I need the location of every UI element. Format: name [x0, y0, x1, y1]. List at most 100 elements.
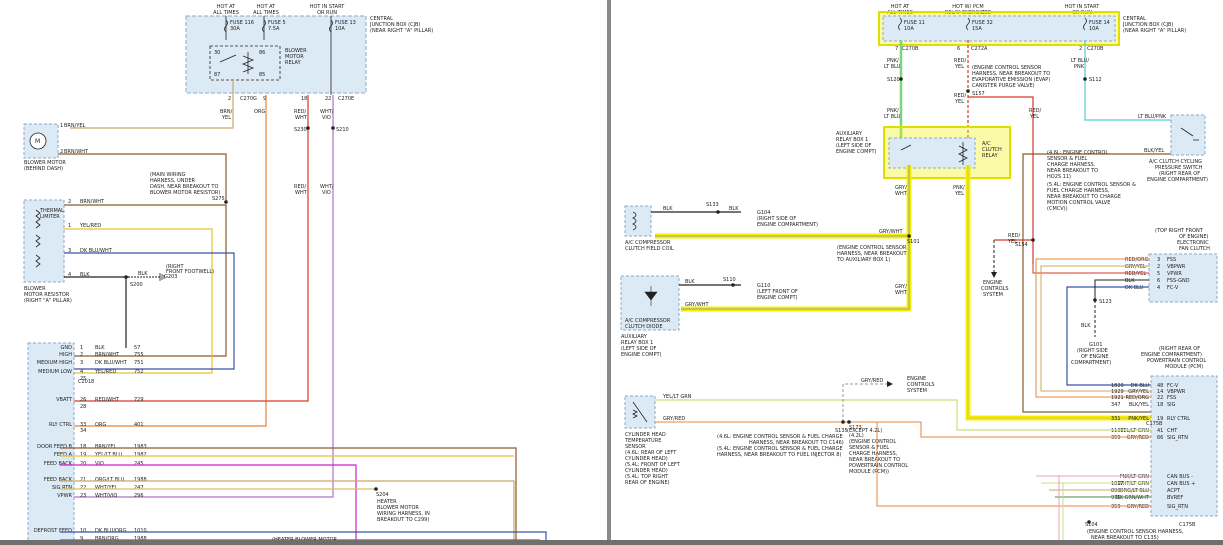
splice-s204 [374, 487, 378, 491]
fan-pin-wire: BLK [1125, 278, 1135, 284]
res-pin-2: 2 [68, 199, 71, 205]
module-pin-number: 20 [80, 461, 86, 467]
module-pin-label: RLY CTRL [49, 422, 72, 428]
relay-pin-87: 87 [214, 72, 220, 78]
wire-label-blk-3: BLK [685, 279, 695, 285]
wire-label-lt-blu: LT BLU [884, 64, 901, 70]
power-sub-fuse13: OR RUN [317, 10, 337, 16]
module-pin-number: 28 [80, 404, 86, 410]
ecs-note: (CMCV)) [1047, 206, 1068, 212]
thermal-limiter-label-2: LIMITER [40, 214, 60, 220]
viewer-bottom-bar [0, 540, 1223, 545]
module-pin-number: 3 [80, 360, 83, 366]
resistor-location: (RIGHT "A" PILLAR) [24, 298, 72, 304]
splice-s157 [966, 89, 970, 93]
splice-s230-label: S230 [294, 127, 307, 133]
s173-note: MODULE (PCM)) [849, 469, 889, 475]
fan-pin-number: 6 [1157, 278, 1160, 284]
pcm-pin-label: CHT [1167, 428, 1178, 434]
pcm-pin-label: FSS [1167, 395, 1176, 401]
ecs2-label-3: SYSTEM [907, 388, 927, 394]
s173-notes: (4.2L) (ENGINE CONTROL SENSOR & FUEL CHA… [849, 433, 908, 475]
connector-c2018: C2018 [78, 379, 94, 385]
cjb-location: (NEAR RIGHT "A" PILLAR) [370, 28, 433, 34]
splice-s210-label: S210 [336, 127, 349, 133]
wire-label-yel-2: YEL [954, 99, 964, 105]
pcm-wire-color: GRY/RED [1127, 435, 1149, 441]
pcm-pin-label: ACPT [1167, 488, 1181, 494]
splice-s110-label: S110 [723, 277, 736, 283]
module-circuit-number: 57 [134, 345, 140, 351]
clutch-coil-label-2: CLUTCH FIELD COIL [625, 246, 674, 252]
module-wire-color: BRN/YEL [95, 444, 117, 450]
pcm-circuit-number: 359 [1111, 504, 1121, 510]
fan-pin-wire: RED/YEL [1125, 271, 1146, 277]
module-pin-number: 34 [80, 428, 86, 434]
pcm-pin-label: BVREF [1167, 495, 1183, 501]
module-pin-label: VBATT [56, 397, 73, 403]
module-wire-color: BRN/WHT [95, 352, 120, 358]
splice-s120-label: S120 [887, 77, 900, 83]
wire-label-lt-blu-lower: LT BLU [884, 114, 901, 120]
module-pin-label: VPWR [57, 493, 72, 499]
wire-label-gry-red: GRY/RED [663, 416, 685, 422]
res-wire-yel-red: YEL/RED [79, 223, 101, 229]
pcm-wire-color: BLK/YEL [1129, 402, 1149, 408]
module-wire-color: WHT/VIO [95, 493, 117, 499]
module-pin-label: MEDIUM LOW [38, 369, 72, 375]
fan-pin-label: FC-V [1167, 285, 1179, 291]
splice-s104-label: S104 [1085, 522, 1098, 528]
module-wire-color: BLK [95, 345, 105, 351]
clutch-relay-label-3: RELAY [982, 153, 999, 159]
module-pin-number: 23 [80, 493, 86, 499]
module-pin-label: FEED BACK [44, 477, 73, 483]
ecs-arrow-icon [991, 272, 997, 278]
fan-pin-label: FSS-GND [1167, 278, 1190, 284]
wire-gry-red-lower [876, 422, 1151, 507]
module-circuit-number: 296 [134, 493, 144, 499]
module-pin-label: DEFROST FEED [34, 528, 72, 534]
ecs-arrow-icon-2 [887, 381, 893, 387]
cht-notes: CYLINDER HEAD TEMPERATURE SENSOR (4.6L: … [624, 432, 681, 486]
ecs-notes: (4.6L: ENGINE CONTROL SENSOR & FUEL CHAR… [1047, 150, 1136, 212]
ac-cycling-pressure-switch [1170, 114, 1206, 156]
module-wire-color: DK BLU/ORG [95, 528, 126, 534]
connector-c272a: C272A [971, 46, 988, 52]
diode-box-label-4: ENGINE COMPT) [621, 352, 662, 358]
module-pin-number: 21 [80, 477, 86, 483]
blower-motor-diagram-pane[interactable]: HOT AT ALL TIMES HOT AT ALL TIMES HOT IN… [0, 0, 607, 545]
wire-wht-vio-vpwr [60, 95, 334, 498]
fuse-amp: 10A [904, 26, 914, 32]
blower-motor-location: (BEHIND DASH) [24, 166, 63, 172]
wire-label-wht: WHT [895, 191, 908, 197]
pcm-pin-label: RLY CTRL [1167, 416, 1190, 422]
s135-note: HARNESS, NEAR BREAKOUT TO FUEL INJECTOR … [717, 452, 841, 458]
wire-yel-lt-grn-cht [655, 399, 1151, 431]
pcm-pin-label: CAN BUS - [1167, 474, 1193, 480]
connector-c270g: C270G [240, 96, 257, 102]
ground-g110-location-2: ENGINE COMPT) [757, 295, 798, 301]
module-circuit-number: 1010 [134, 528, 147, 534]
module-wire-color: DK BLU/WHT [95, 360, 128, 366]
splice-s101-label: S101 [907, 239, 920, 245]
pcm-wire-color: DK GRN/WHT [1116, 495, 1150, 501]
power-sub-fuse5: ALL TIMES [253, 10, 279, 16]
ground-g104-location-2: ENGINE COMPARTMENT) [757, 222, 818, 228]
module-pin-label: DOOR FEED B [37, 444, 72, 450]
diode-label-2: CLUTCH DIODE [625, 324, 663, 330]
res-wire-brn-wht: BRN/WHT [80, 199, 105, 205]
ac-compressor-diagram-pane[interactable]: HOT AT ALL TIMES HOT W/ PCM RELAY ENERGI… [611, 0, 1223, 545]
pcm-circuit-number: 331 [1111, 416, 1121, 422]
wire-label-blk-4: BLK [1081, 323, 1091, 329]
wire-label-pnk-2: PNK [1074, 64, 1085, 70]
fuse-amp: 10A [335, 26, 345, 32]
module-circuit-number: 751 [134, 360, 144, 366]
pcm-wire-color: WHT/LT GRN [1118, 481, 1150, 487]
wire-label-blk: BLK [663, 206, 673, 212]
harness-note-4: BLOWER MOTOR RESISTOR) [150, 190, 220, 196]
fan-pin-number: 3 [1157, 257, 1160, 263]
module-circuit-number: 245 [134, 461, 144, 467]
module-circuit-number: 729 [134, 397, 144, 403]
module-pin-number: 1 [80, 345, 83, 351]
power-labels: HOT AT ALL TIMES HOT AT ALL TIMES HOT IN… [213, 4, 345, 16]
